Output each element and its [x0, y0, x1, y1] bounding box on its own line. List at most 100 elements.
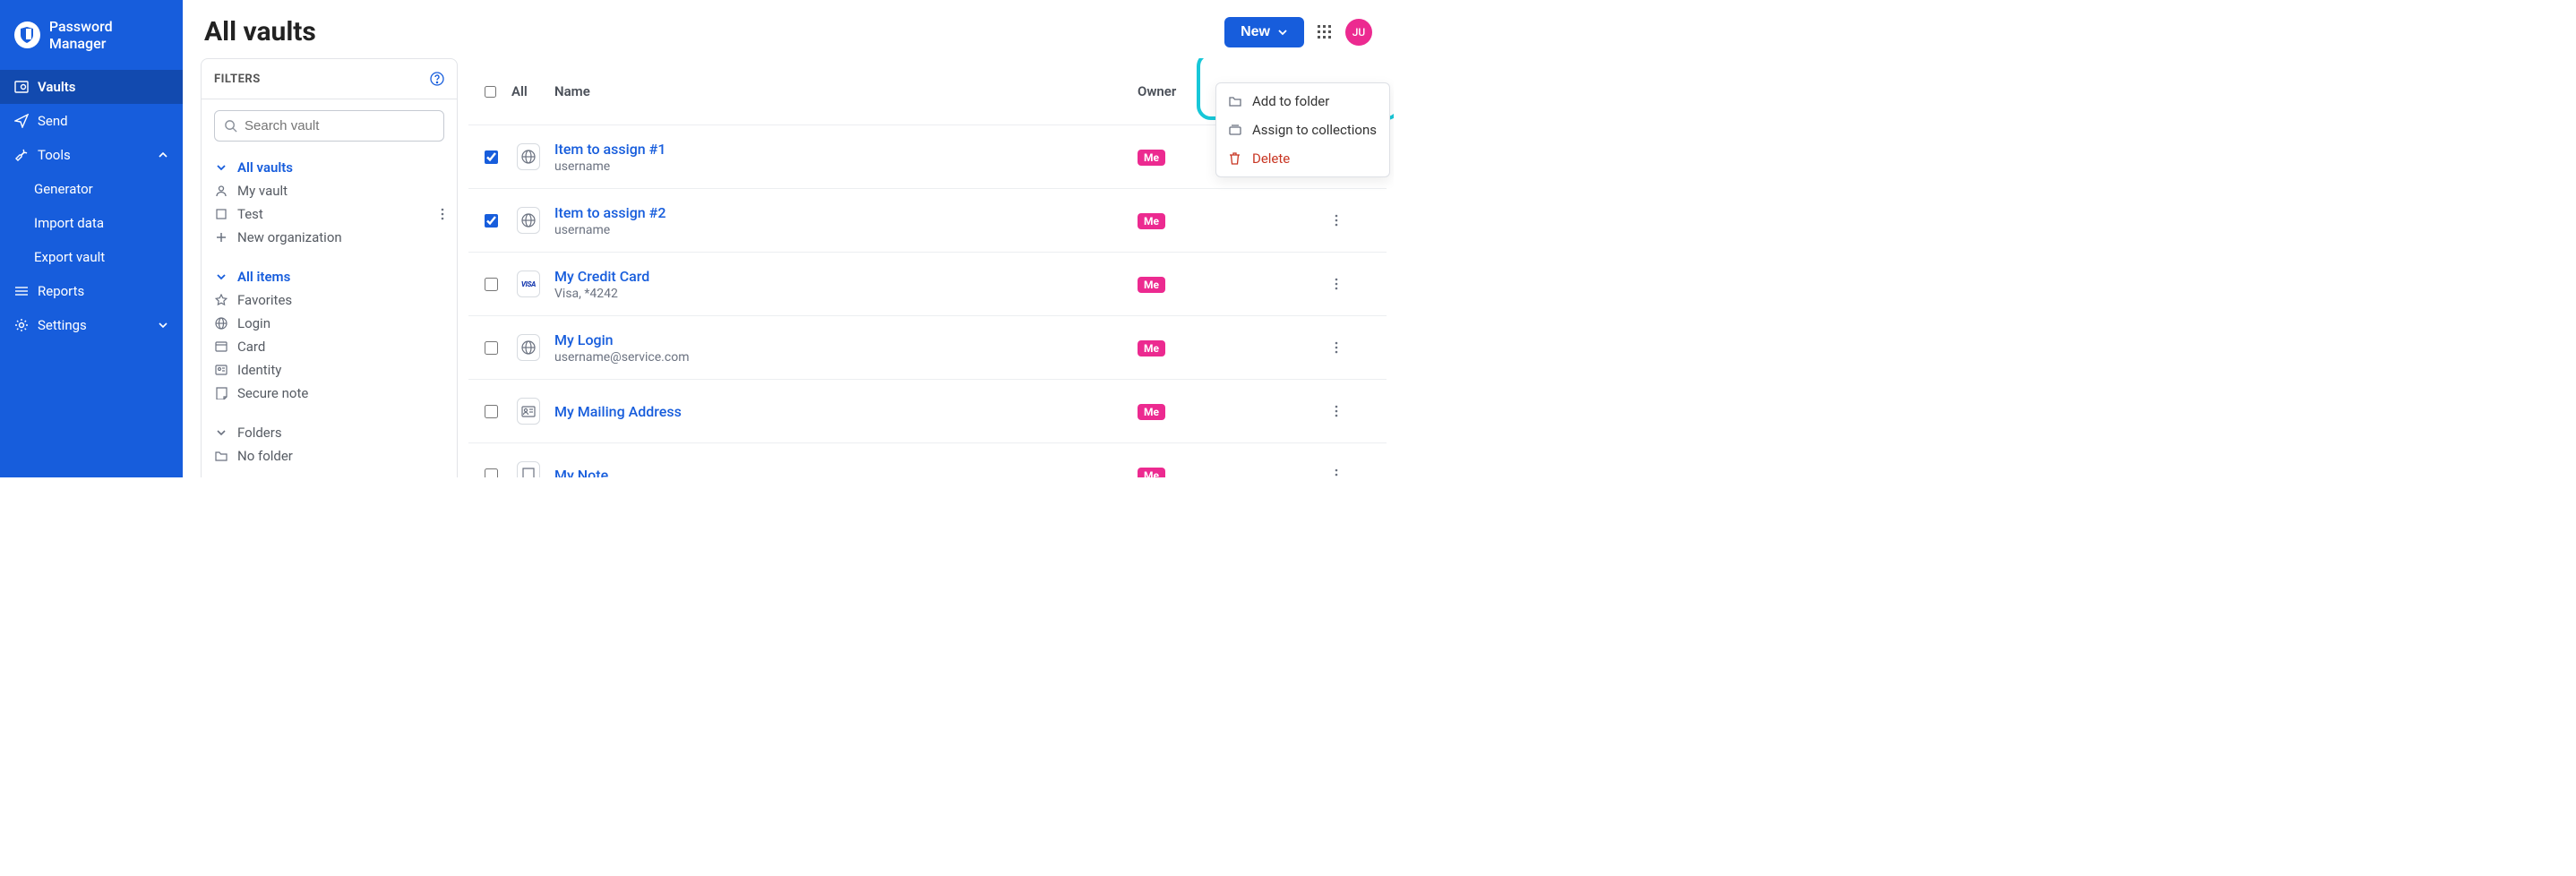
- kebab-icon[interactable]: [1335, 385, 1370, 437]
- row-checkbox[interactable]: [485, 468, 498, 478]
- chevron-down-icon: [158, 320, 168, 331]
- dropdown-assign-collections[interactable]: Assign to collections: [1216, 116, 1389, 144]
- row-checkbox[interactable]: [485, 150, 498, 164]
- chevron-down-icon: [214, 162, 228, 173]
- avatar[interactable]: JU: [1345, 19, 1372, 46]
- table-row: Item to assign #2usernameMe: [468, 189, 1387, 253]
- send-icon: [14, 114, 29, 128]
- dropdown-add-folder[interactable]: Add to folder: [1216, 87, 1389, 116]
- items-table: All Name Owner Item to assign #1username…: [465, 58, 1394, 477]
- item-subtitle: username: [554, 223, 1138, 237]
- new-button[interactable]: New: [1224, 17, 1304, 47]
- filter-login[interactable]: Login: [214, 312, 444, 335]
- chevron-up-icon: [158, 150, 168, 160]
- page-title: All vaults: [204, 16, 316, 47]
- shield-logo-icon: [14, 21, 40, 48]
- identity-icon: [214, 365, 228, 375]
- kebab-icon[interactable]: [1335, 194, 1370, 246]
- table-row: VISA My Credit Card Visa, *4242Me: [468, 253, 1387, 316]
- kebab-icon[interactable]: [1335, 322, 1370, 374]
- item-name[interactable]: My Login: [554, 331, 1138, 348]
- item-subtitle: Visa, *4242: [554, 287, 1138, 301]
- item-name[interactable]: Item to assign #2: [554, 204, 1138, 221]
- nav-reports[interactable]: Reports: [0, 274, 183, 308]
- kebab-icon[interactable]: [1335, 258, 1370, 310]
- topbar: All vaults New JU: [183, 0, 1394, 58]
- visa-card-icon: VISA: [517, 271, 540, 297]
- item-name[interactable]: My Mailing Address: [554, 403, 1138, 420]
- row-checkbox[interactable]: [485, 278, 498, 291]
- bulk-actions-dropdown: Add to folder Assign to collections Dele…: [1215, 82, 1390, 177]
- select-all-checkbox[interactable]: [485, 86, 496, 98]
- filter-folders[interactable]: Folders: [214, 421, 444, 444]
- filter-my-vault[interactable]: My vault: [214, 179, 444, 202]
- brand[interactable]: Password Manager: [0, 0, 183, 70]
- item-name[interactable]: My Credit Card: [554, 268, 1138, 285]
- row-checkbox[interactable]: [485, 341, 498, 355]
- owner-badge: Me: [1138, 340, 1165, 356]
- filter-favorites[interactable]: Favorites: [214, 288, 444, 312]
- filter-secure-note[interactable]: Secure note: [214, 382, 444, 405]
- star-icon: [214, 294, 228, 306]
- nav-generator[interactable]: Generator: [0, 172, 183, 206]
- tools-icon: [14, 148, 29, 162]
- user-icon: [214, 185, 228, 197]
- nav-import-data[interactable]: Import data: [0, 206, 183, 240]
- identity-icon: [517, 398, 540, 425]
- filter-all-vaults[interactable]: All vaults: [214, 156, 444, 179]
- globe-icon: [517, 143, 540, 170]
- folder-icon: [214, 451, 228, 461]
- filter-identity[interactable]: Identity: [214, 358, 444, 382]
- filter-all-items[interactable]: All items: [214, 265, 444, 288]
- nav-tools[interactable]: Tools: [0, 138, 183, 172]
- nav-export-vault[interactable]: Export vault: [0, 240, 183, 274]
- globe-icon: [517, 207, 540, 234]
- card-icon: [214, 341, 228, 352]
- owner-badge: Me: [1138, 404, 1165, 420]
- filter-no-folder[interactable]: No folder: [214, 444, 444, 468]
- owner-badge: Me: [1138, 277, 1165, 293]
- filters-panel: FILTERS All vaults: [183, 58, 465, 477]
- main: All vaults New JU FILTERS: [183, 0, 1394, 477]
- search-input-wrap[interactable]: [214, 110, 444, 142]
- sidebar: Password Manager Vaults Send Tools Gener…: [0, 0, 183, 477]
- filter-test[interactable]: Test: [214, 202, 444, 226]
- gear-icon: [14, 318, 29, 332]
- reports-icon: [14, 285, 29, 297]
- nav-send[interactable]: Send: [0, 104, 183, 138]
- nav-list: Vaults Send Tools Generator Import data …: [0, 70, 183, 342]
- kebab-icon[interactable]: [1335, 449, 1370, 477]
- folder-icon: [1229, 96, 1243, 107]
- filter-new-org[interactable]: New organization: [214, 226, 444, 249]
- note-icon: [517, 461, 540, 477]
- nav-settings[interactable]: Settings: [0, 308, 183, 342]
- filters-title: FILTERS: [214, 73, 261, 86]
- nav-vaults[interactable]: Vaults: [0, 70, 183, 104]
- row-checkbox[interactable]: [485, 214, 498, 228]
- filter-card[interactable]: Card: [214, 335, 444, 358]
- trash-icon: [1229, 152, 1243, 165]
- table-row: My Mailing AddressMe: [468, 380, 1387, 443]
- table-row: My Login username@service.comMe: [468, 316, 1387, 380]
- brand-name: Password Manager: [49, 18, 168, 52]
- plus-icon: [214, 232, 228, 243]
- owner-badge: Me: [1138, 150, 1165, 166]
- col-all-label: All: [511, 83, 554, 99]
- chevron-down-icon: [214, 427, 228, 438]
- collection-icon: [1229, 125, 1243, 135]
- item-name[interactable]: My Note: [554, 467, 1138, 478]
- note-icon: [214, 387, 228, 399]
- app-grid-icon[interactable]: [1317, 24, 1333, 40]
- search-icon: [224, 119, 237, 133]
- item-name[interactable]: Item to assign #1: [554, 141, 1138, 158]
- org-icon: [214, 208, 228, 220]
- row-checkbox[interactable]: [485, 405, 498, 418]
- item-subtitle: username@service.com: [554, 350, 1138, 365]
- chevron-down-icon: [1277, 27, 1288, 38]
- kebab-icon[interactable]: [441, 208, 444, 220]
- help-icon[interactable]: [430, 72, 444, 86]
- globe-icon: [517, 334, 540, 361]
- search-input[interactable]: [245, 118, 434, 133]
- dropdown-delete[interactable]: Delete: [1216, 144, 1389, 173]
- globe-icon: [214, 317, 228, 330]
